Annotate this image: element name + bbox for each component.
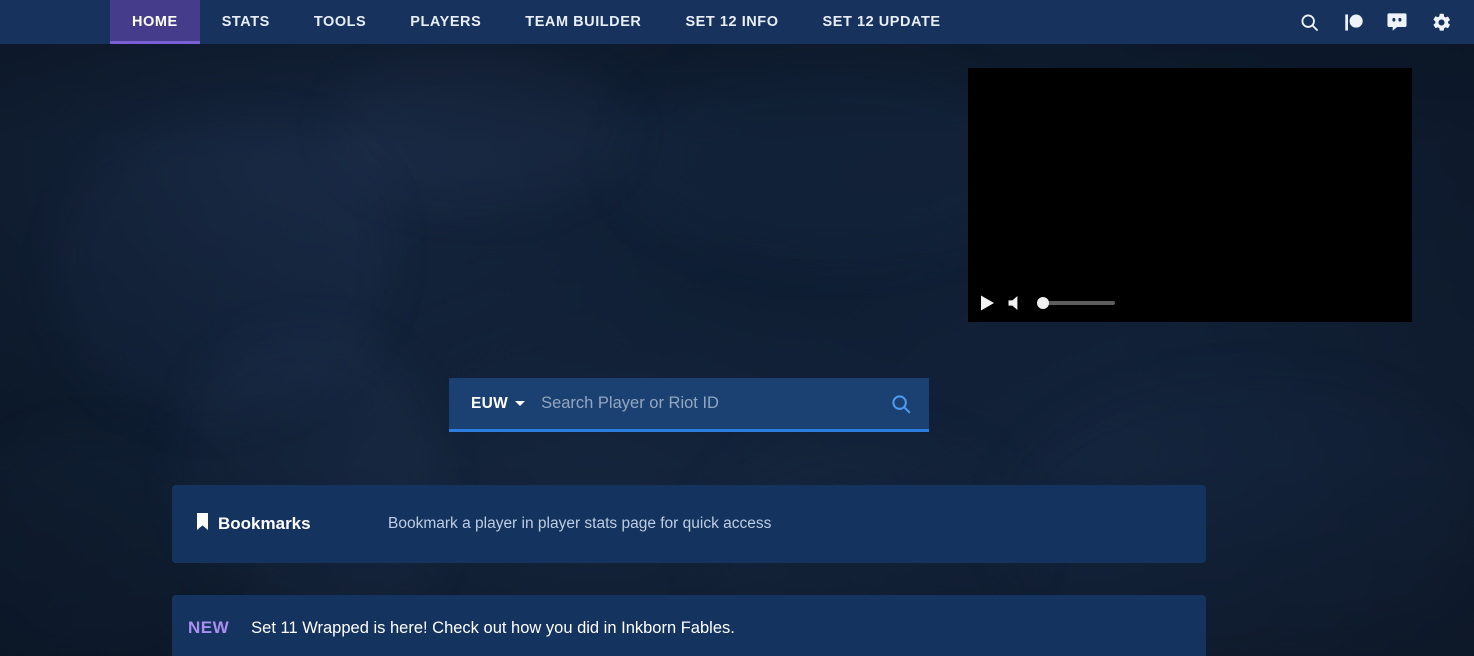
main-navbar: HOME STATS TOOLS PLAYERS TEAM BUILDER SE…	[0, 0, 1474, 44]
nav-item-label: SET 12 INFO	[685, 14, 779, 30]
navbar-menu: HOME STATS TOOLS PLAYERS TEAM BUILDER SE…	[110, 0, 963, 44]
navbar-left-spacer	[0, 0, 110, 44]
nav-item-label: STATS	[221, 14, 270, 30]
bookmarks-description: Bookmark a player in player stats page f…	[388, 515, 772, 532]
nav-item-label: TEAM BUILDER	[525, 14, 642, 30]
video-player[interactable]	[968, 68, 1412, 322]
navbar-actions	[1296, 0, 1474, 44]
bookmarks-title: Bookmarks	[172, 513, 388, 535]
patreon-icon[interactable]	[1340, 9, 1366, 35]
nav-item-label: SET 12 UPDATE	[822, 14, 941, 30]
region-selector[interactable]: EUW	[449, 378, 539, 429]
nav-item-team-builder[interactable]: TEAM BUILDER	[503, 0, 663, 44]
video-surface[interactable]	[968, 68, 1412, 322]
nav-item-tools[interactable]: TOOLS	[292, 0, 388, 44]
search-icon[interactable]	[1296, 9, 1322, 35]
video-controls	[978, 291, 1115, 315]
bookmarks-panel: Bookmarks Bookmark a player in player st…	[172, 485, 1206, 563]
search-input[interactable]	[539, 378, 873, 429]
volume-slider[interactable]	[1037, 296, 1115, 310]
news-banner-text: Set 11 Wrapped is here! Check out how yo…	[251, 618, 735, 637]
player-search-bar: EUW	[449, 378, 929, 432]
search-submit-button[interactable]	[873, 378, 929, 429]
region-selector-value: EUW	[471, 394, 509, 412]
nav-item-label: TOOLS	[313, 14, 367, 30]
nav-item-players[interactable]: PLAYERS	[388, 0, 503, 44]
nav-item-set-12-update[interactable]: SET 12 UPDATE	[801, 0, 963, 44]
nav-item-label: PLAYERS	[410, 14, 482, 30]
bookmarks-title-label: Bookmarks	[218, 514, 311, 533]
mute-button[interactable]	[1007, 294, 1026, 312]
settings-gear-icon[interactable]	[1428, 9, 1454, 35]
nav-item-home[interactable]: HOME	[110, 0, 200, 44]
news-new-badge: NEW	[188, 618, 230, 637]
news-banner[interactable]: NEW Set 11 Wrapped is here! Check out ho…	[172, 595, 1206, 656]
play-button[interactable]	[978, 294, 996, 312]
discord-icon[interactable]	[1384, 9, 1410, 35]
chevron-down-icon	[515, 401, 526, 406]
page-root: HOME STATS TOOLS PLAYERS TEAM BUILDER SE…	[0, 0, 1474, 656]
nav-item-label: HOME	[132, 14, 178, 30]
nav-item-stats[interactable]: STATS	[200, 0, 292, 44]
bookmark-icon	[196, 513, 209, 535]
nav-item-set-12-info[interactable]: SET 12 INFO	[663, 0, 800, 44]
volume-knob[interactable]	[1037, 297, 1049, 309]
